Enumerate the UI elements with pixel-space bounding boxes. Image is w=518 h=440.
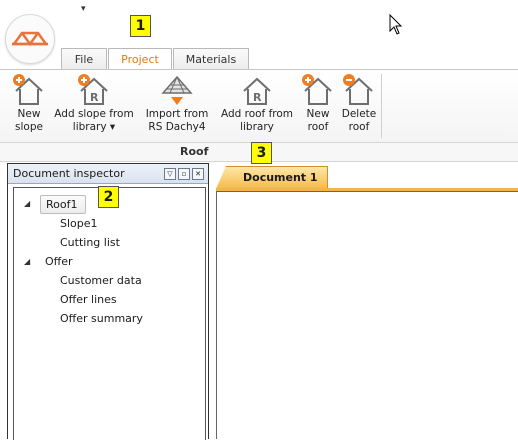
tree-node-cutting-list[interactable]: Cutting list bbox=[60, 236, 120, 249]
tree-node-roof1[interactable]: Roof1 bbox=[40, 195, 86, 214]
house-add-icon bbox=[302, 74, 332, 105]
tab-materials[interactable]: Materials bbox=[173, 48, 249, 70]
delete-roof-label-1: Delete bbox=[341, 108, 377, 120]
add-roof-label-2: library bbox=[240, 121, 274, 133]
import-roof-icon bbox=[161, 75, 193, 105]
roof-logo-icon bbox=[11, 31, 49, 47]
import-from-rs-dachy4-button[interactable]: Import from RS Dachy4 bbox=[141, 73, 213, 133]
ribbon-separator bbox=[381, 74, 382, 138]
tab-file[interactable]: File bbox=[61, 48, 107, 70]
new-roof-button[interactable]: New roof bbox=[300, 73, 336, 133]
new-slope-label-2: slope bbox=[15, 121, 43, 133]
house-add-icon bbox=[13, 74, 43, 105]
app-logo-button[interactable] bbox=[5, 14, 55, 64]
tree-node-slope1[interactable]: Slope1 bbox=[60, 217, 98, 230]
tab-project[interactable]: Project bbox=[108, 48, 172, 71]
tree-node-offer[interactable]: Offer bbox=[45, 255, 73, 268]
new-roof-label-2: roof bbox=[307, 121, 329, 133]
tree-node-roof1-label: Roof1 bbox=[46, 198, 78, 211]
panel-close-icon[interactable]: ✕ bbox=[192, 168, 204, 180]
delete-roof-label-2: roof bbox=[348, 121, 370, 133]
inspector-title-bar: Document inspector ▽ ▫ ✕ bbox=[8, 164, 208, 184]
panel-float-icon[interactable]: ▫ bbox=[178, 168, 190, 180]
callout-3: 3 bbox=[251, 142, 272, 164]
svg-text:R: R bbox=[253, 91, 262, 104]
callout-2: 2 bbox=[98, 186, 119, 208]
add-slope-label-2: library ▾ bbox=[72, 121, 116, 133]
add-slope-label-1: Add slope from bbox=[54, 108, 134, 120]
delete-roof-button[interactable]: Delete roof bbox=[339, 73, 379, 133]
tree-node-offer-lines[interactable]: Offer lines bbox=[60, 293, 117, 306]
svg-text:R: R bbox=[90, 91, 99, 104]
document-tab[interactable]: Document 1 bbox=[216, 166, 328, 189]
add-roof-label-1: Add roof from bbox=[220, 108, 294, 120]
house-r-icon: R bbox=[243, 77, 271, 105]
callout-1: 1 bbox=[130, 15, 151, 37]
document-tab-label: Document 1 bbox=[243, 171, 318, 184]
panel-dropdown-icon[interactable]: ▽ bbox=[164, 168, 176, 180]
house-r-add-icon: R bbox=[78, 74, 108, 105]
import-label-2: RS Dachy4 bbox=[148, 121, 206, 133]
quick-access-dropdown-icon[interactable]: ▾ bbox=[81, 4, 86, 14]
new-slope-label-1: New bbox=[17, 108, 41, 120]
collapse-arrow-icon[interactable]: ◢ bbox=[24, 257, 30, 266]
import-label-1: Import from bbox=[145, 108, 209, 120]
collapse-arrow-icon[interactable]: ◢ bbox=[24, 199, 30, 208]
add-roof-from-library-button[interactable]: R Add roof from library bbox=[215, 73, 299, 133]
tree-node-offer-summary[interactable]: Offer summary bbox=[60, 312, 143, 325]
new-slope-button[interactable]: New slope bbox=[8, 73, 50, 133]
document-canvas[interactable] bbox=[216, 191, 518, 439]
house-remove-icon bbox=[343, 74, 373, 105]
inspector-tree: ◢ Roof1 Slope1 Cutting list ◢ Offer Cust… bbox=[13, 187, 206, 440]
mouse-cursor-icon bbox=[389, 14, 403, 35]
inspector-title: Document inspector bbox=[13, 167, 125, 180]
roof-group-label: Roof bbox=[180, 145, 209, 158]
tree-node-customer-data[interactable]: Customer data bbox=[60, 274, 142, 287]
add-slope-from-library-button[interactable]: R Add slope from library ▾ bbox=[50, 73, 138, 133]
new-roof-label-1: New bbox=[306, 108, 330, 120]
